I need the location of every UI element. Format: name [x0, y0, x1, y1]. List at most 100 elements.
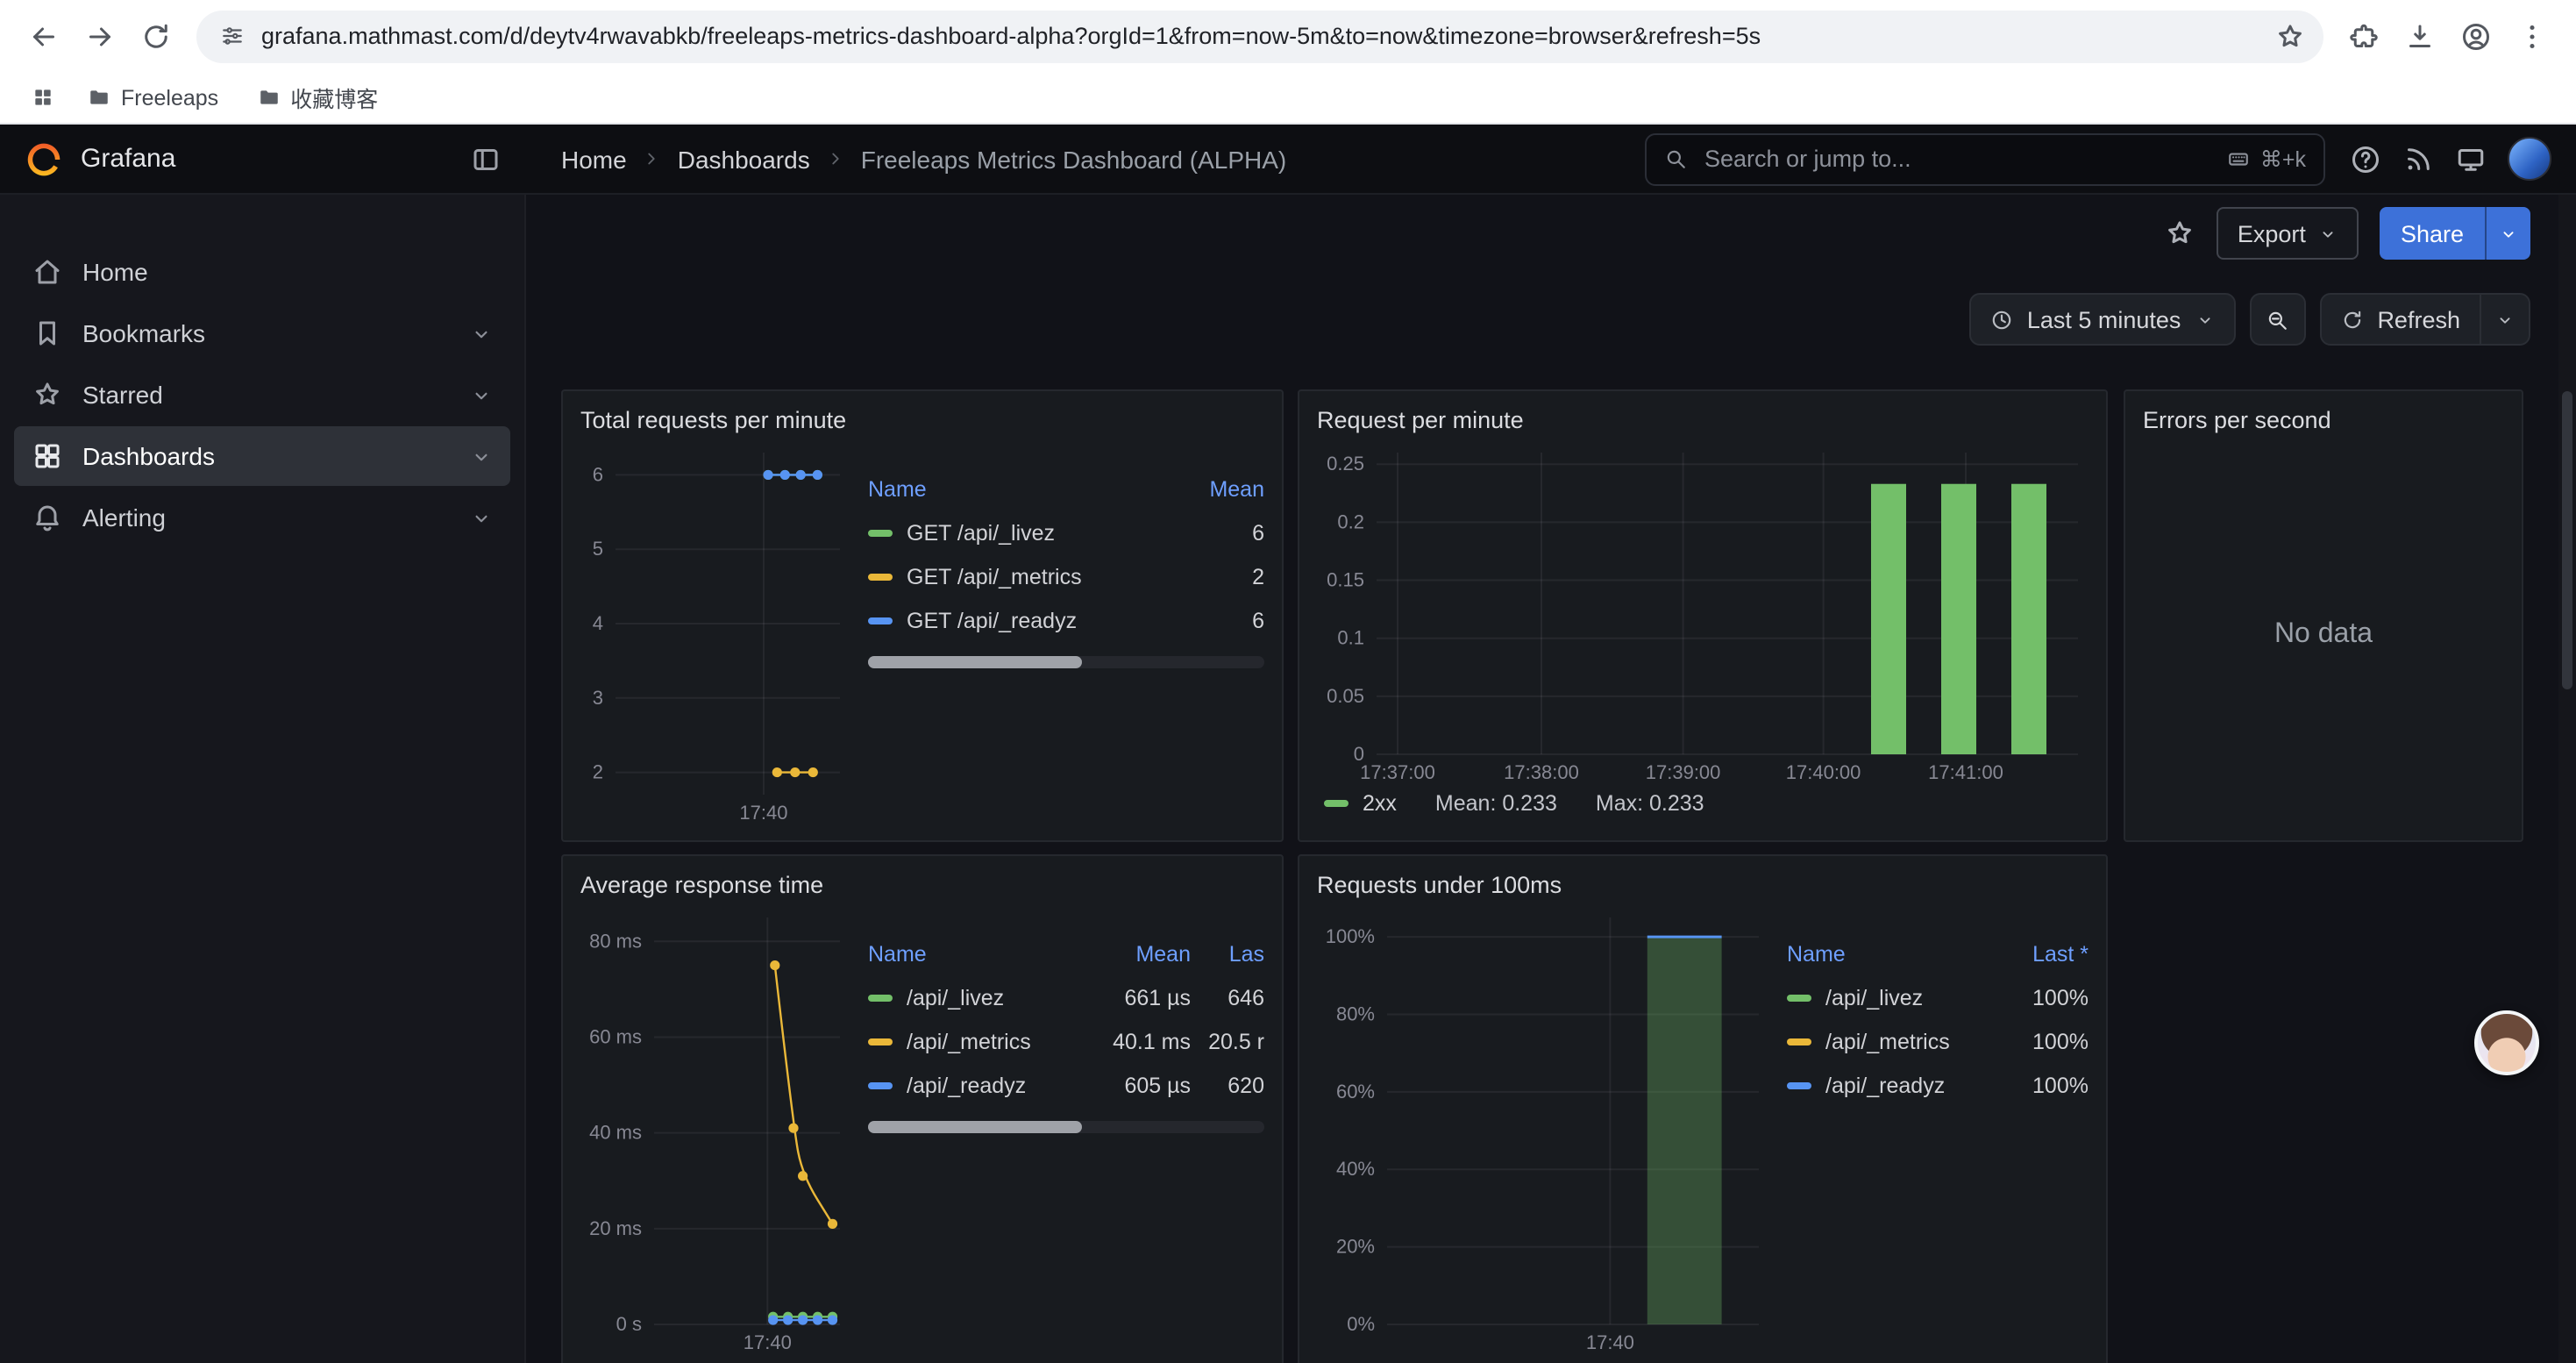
- panel-title[interactable]: Average response time: [580, 865, 1264, 907]
- legend-row[interactable]: GET /api/_metrics2: [868, 554, 1264, 598]
- refresh-button[interactable]: Refresh: [2319, 293, 2481, 346]
- legend-col-name[interactable]: Name: [1787, 941, 1987, 966]
- series-name[interactable]: GET /api/_metrics: [907, 564, 1082, 589]
- panel-title[interactable]: Errors per second: [2143, 400, 2504, 442]
- bar-chart[interactable]: 0%20%40%60%80%100%17:40: [1317, 907, 1769, 1356]
- legend-row[interactable]: /api/_metrics 40.1 ms20.5 r: [868, 1019, 1264, 1063]
- floating-assistant-avatar[interactable]: [2474, 1010, 2539, 1075]
- legend-row[interactable]: GET /api/_readyz6: [868, 598, 1264, 642]
- chevron-down-icon[interactable]: [470, 506, 493, 529]
- sidebar-item-label: Starred: [82, 381, 163, 409]
- series-name[interactable]: /api/_readyz: [1825, 1073, 1945, 1097]
- series-name[interactable]: 2xx: [1363, 791, 1397, 816]
- chevron-down-icon[interactable]: [470, 445, 493, 467]
- extensions-button[interactable]: [2338, 10, 2390, 62]
- sidebar-item-starred[interactable]: Starred: [14, 365, 510, 425]
- legend-col-stat[interactable]: Mean: [1082, 941, 1191, 966]
- legend-col-stat[interactable]: Last *: [1987, 941, 2089, 966]
- series-value: 20.5 r: [1191, 1029, 1264, 1053]
- legend-row[interactable]: /api/_metrics100%: [1787, 1019, 2089, 1063]
- legend-row[interactable]: GET /api/_livez6: [868, 510, 1264, 554]
- help-button[interactable]: [2350, 143, 2381, 175]
- scrollbar-thumb[interactable]: [2562, 391, 2572, 689]
- share-menu-button[interactable]: [2485, 207, 2530, 260]
- timeseries-chart[interactable]: 0 s20 ms40 ms60 ms80 ms17:40: [580, 907, 850, 1356]
- bar-chart[interactable]: 00.050.10.150.20.2517:37:0017:38:0017:39…: [1317, 442, 2089, 786]
- timeseries-chart[interactable]: 2345617:40: [580, 442, 850, 826]
- chevron-down-icon[interactable]: [470, 383, 493, 406]
- svg-text:17:39:00: 17:39:00: [1646, 761, 1721, 783]
- breadcrumb-dashboards[interactable]: Dashboards: [678, 145, 810, 173]
- chevron-down-icon[interactable]: [470, 322, 493, 345]
- browser-window: grafana.mathmast.com/d/deytv4rwavabkb/fr…: [0, 0, 2576, 1363]
- panel-total-requests-per-minute: Total requests per minute 2345617:40 Nam…: [561, 389, 1284, 842]
- refresh-interval-button[interactable]: [2481, 293, 2530, 346]
- site-settings-icon[interactable]: [221, 25, 244, 47]
- chevron-down-icon: [2195, 310, 2214, 329]
- search-input[interactable]: [1701, 144, 2213, 174]
- bookmark-folder-freeleaps[interactable]: Freeleaps: [74, 80, 232, 115]
- panel-title[interactable]: Request per minute: [1317, 400, 2089, 442]
- help-circle-icon: [2350, 143, 2381, 175]
- refresh-icon: [2340, 308, 2363, 331]
- sidebar-toggle-button[interactable]: [470, 143, 502, 175]
- sidebar-item-alerting[interactable]: Alerting: [14, 488, 510, 547]
- series-name[interactable]: /api/_metrics: [1825, 1029, 1950, 1053]
- sidebar-item-label: Alerting: [82, 503, 166, 532]
- address-bar[interactable]: grafana.mathmast.com/d/deytv4rwavabkb/fr…: [196, 10, 2323, 62]
- url-text[interactable]: grafana.mathmast.com/d/deytv4rwavabkb/fr…: [261, 23, 2250, 49]
- vertical-scrollbar[interactable]: [2558, 195, 2576, 1363]
- bookmark-folder-blogs[interactable]: 收藏博客: [243, 75, 392, 119]
- favorite-dashboard-button[interactable]: [2164, 218, 2195, 249]
- legend-row[interactable]: /api/_livez100%: [1787, 975, 2089, 1019]
- legend-row[interactable]: /api/_readyz100%: [1787, 1063, 2089, 1107]
- news-button[interactable]: [2402, 143, 2434, 175]
- series-name[interactable]: /api/_livez: [1825, 985, 1923, 1010]
- svg-text:40%: 40%: [1336, 1158, 1375, 1180]
- zoom-out-time-button[interactable]: [2249, 293, 2305, 346]
- apps-shortcut-button[interactable]: [21, 76, 63, 118]
- bookmark-page-button[interactable]: [2267, 13, 2313, 59]
- series-name[interactable]: /api/_readyz: [907, 1073, 1026, 1097]
- sidebar-item-home[interactable]: Home: [14, 242, 510, 302]
- series-name[interactable]: /api/_livez: [907, 985, 1004, 1010]
- breadcrumb-home[interactable]: Home: [561, 145, 627, 173]
- series-name[interactable]: /api/_metrics: [907, 1029, 1031, 1053]
- legend-hscrollbar[interactable]: [868, 1121, 1264, 1133]
- folder-icon: [88, 86, 110, 109]
- series-mean: Mean: 0.233: [1435, 791, 1557, 816]
- forward-button[interactable]: [74, 10, 126, 62]
- svg-text:60%: 60%: [1336, 1081, 1375, 1103]
- back-button[interactable]: [18, 10, 70, 62]
- legend-row[interactable]: /api/_livez661 µs646: [868, 975, 1264, 1019]
- legend-col-stat[interactable]: Las: [1191, 941, 1264, 966]
- no-data-message: No data: [2143, 442, 2504, 826]
- svg-text:0.15: 0.15: [1327, 569, 1364, 591]
- export-button[interactable]: Export: [2217, 207, 2359, 260]
- series-value: 40.1 ms: [1082, 1029, 1191, 1053]
- grafana-logo-icon[interactable]: [25, 139, 63, 178]
- browser-profile-button[interactable]: [2450, 10, 2502, 62]
- legend-row[interactable]: /api/_readyz605 µs620: [868, 1063, 1264, 1107]
- sidebar-item-bookmarks[interactable]: Bookmarks: [14, 303, 510, 363]
- reload-button[interactable]: [130, 10, 182, 62]
- time-range-picker[interactable]: Last 5 minutes: [1969, 293, 2236, 346]
- svg-text:80 ms: 80 ms: [589, 930, 642, 952]
- display-button[interactable]: [2455, 143, 2487, 175]
- sidebar-item-dashboards[interactable]: Dashboards: [14, 426, 510, 486]
- browser-menu-button[interactable]: [2506, 10, 2558, 62]
- panel-title[interactable]: Total requests per minute: [580, 400, 1264, 442]
- legend-hscrollbar[interactable]: [868, 656, 1264, 668]
- scrollbar-thumb[interactable]: [868, 656, 1082, 668]
- share-button[interactable]: Share: [2380, 207, 2485, 260]
- panel-title[interactable]: Requests under 100ms: [1317, 865, 2089, 907]
- series-name[interactable]: GET /api/_readyz: [907, 608, 1077, 632]
- search-box[interactable]: ⌘+k: [1645, 132, 2325, 185]
- legend-col-name[interactable]: Name: [868, 476, 1152, 501]
- user-avatar[interactable]: [2508, 137, 2551, 181]
- legend-col-stat[interactable]: Mean: [1152, 476, 1264, 501]
- scrollbar-thumb[interactable]: [868, 1121, 1082, 1133]
- downloads-button[interactable]: [2394, 10, 2446, 62]
- legend-col-name[interactable]: Name: [868, 941, 1082, 966]
- series-name[interactable]: GET /api/_livez: [907, 520, 1055, 545]
